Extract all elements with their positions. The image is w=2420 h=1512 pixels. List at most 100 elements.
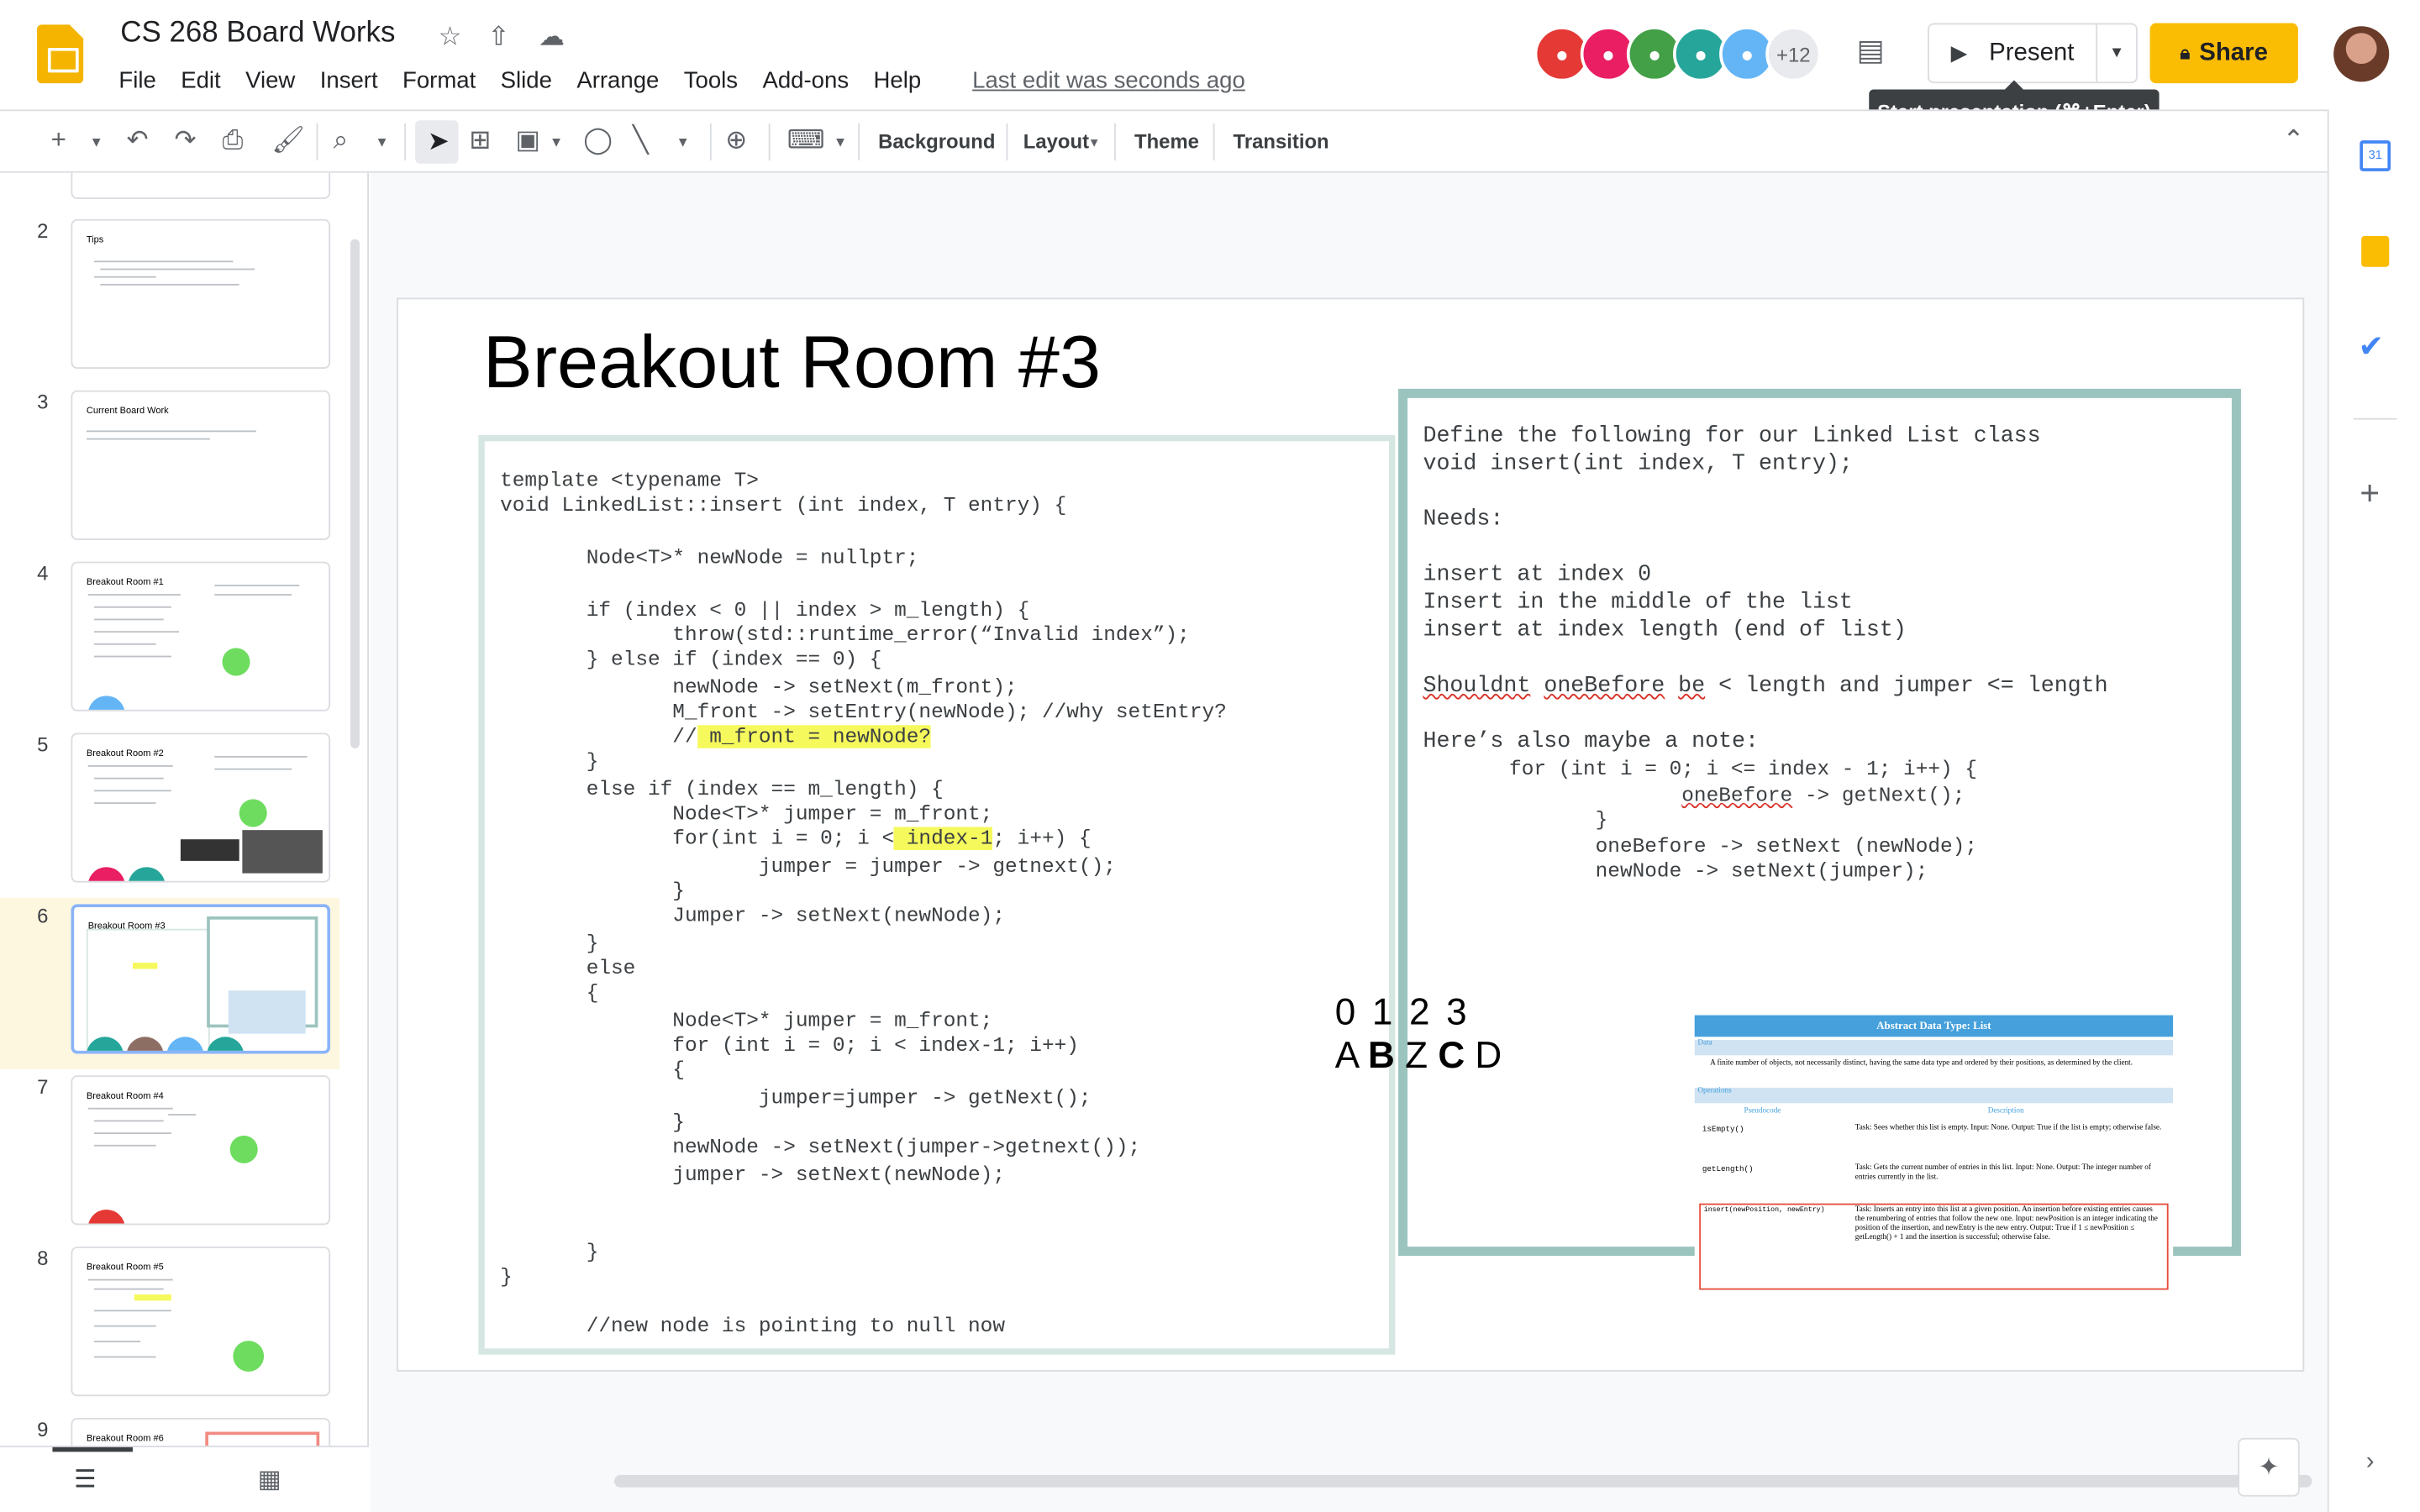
adt-ops-label: Operations bbox=[1694, 1087, 2174, 1104]
print-icon[interactable]: ⎙ bbox=[222, 125, 243, 156]
image-dropdown-icon[interactable]: ▼ bbox=[550, 134, 563, 150]
code-line: for (int i = 0; i < index-1; i++) bbox=[500, 1033, 1079, 1058]
zoom-icon[interactable]: ⌕ bbox=[334, 125, 349, 156]
slides-logo[interactable] bbox=[37, 24, 84, 84]
menu-insert[interactable]: Insert bbox=[320, 68, 378, 94]
code-line: for(int i = 0; i < index-1; i++) { bbox=[500, 827, 1092, 851]
adt-data-label: Data bbox=[1694, 1039, 2174, 1056]
paint-format-icon[interactable]: 🖌︎ bbox=[271, 125, 305, 156]
letter: Z bbox=[1405, 1035, 1428, 1078]
menu-tools[interactable]: Tools bbox=[684, 68, 738, 94]
comment-add-icon[interactable]: ⊕ bbox=[725, 125, 747, 156]
menu-view[interactable]: View bbox=[245, 68, 295, 94]
explore-icon: ✦ bbox=[2258, 1455, 2280, 1482]
menu-addons[interactable]: Add-ons bbox=[762, 68, 849, 94]
select-cursor-icon[interactable]: ➤ bbox=[415, 120, 459, 164]
keyboard-icon[interactable]: ⌨ bbox=[787, 125, 825, 156]
requirement-line: insert at index 0 bbox=[1423, 563, 1652, 588]
code-line: } bbox=[500, 932, 599, 955]
add-addon-icon[interactable]: + bbox=[2360, 474, 2380, 514]
theme-button[interactable]: Theme bbox=[1134, 129, 1199, 153]
code-line: } bbox=[500, 1240, 599, 1264]
slide-thumbnail-2[interactable]: Tips bbox=[71, 218, 331, 369]
keep-icon[interactable] bbox=[2361, 236, 2390, 267]
requirement-line: Define the following for our Linked List… bbox=[1423, 424, 2041, 449]
letter: C bbox=[1438, 1035, 1465, 1078]
letter: D bbox=[1475, 1035, 1502, 1078]
slide-thumbnail-5[interactable]: Breakout Room #2 bbox=[71, 732, 331, 883]
code-line: { bbox=[500, 981, 599, 1005]
comments-icon[interactable]: ▤ bbox=[1857, 34, 1885, 69]
toolbar: + ▼ ↶ ↷ ⎙ 🖌︎ ⌕ ▼ ➤ ⊞ ▣ ▼ ◯ ╲ ▼ ⊕ ⌨ ▼ Bac… bbox=[0, 109, 2328, 173]
slide-thumbnail-6[interactable]: Breakout Room #3 bbox=[71, 904, 331, 1054]
explore-button[interactable]: ✦ bbox=[2238, 1437, 2300, 1497]
index-numbers[interactable]: 0 1 2 3 bbox=[1335, 992, 1470, 1035]
requirement-line: Insert in the middle of the list bbox=[1423, 591, 1853, 616]
image-icon[interactable]: ▣ bbox=[515, 125, 540, 156]
layout-button[interactable]: Layout bbox=[1023, 129, 1089, 153]
layout-dropdown-icon[interactable]: ▼ bbox=[1088, 136, 1101, 150]
line-dropdown-icon[interactable]: ▼ bbox=[676, 134, 689, 150]
line-icon[interactable]: ╲ bbox=[633, 125, 649, 156]
slide-title[interactable]: Breakout Room #3 bbox=[483, 321, 1101, 406]
calendar-icon[interactable]: 31 bbox=[2360, 140, 2391, 171]
code-line: jumper=jumper -> getNext(); bbox=[500, 1086, 1092, 1110]
menu-format[interactable]: Format bbox=[402, 68, 476, 94]
menu-bar: File Edit View Insert Format Slide Arran… bbox=[118, 68, 945, 94]
redo-icon[interactable]: ↷ bbox=[175, 125, 197, 156]
undo-icon[interactable]: ↶ bbox=[127, 125, 149, 156]
menu-arrange[interactable]: Arrange bbox=[576, 68, 659, 94]
slide-number: 8 bbox=[37, 1247, 49, 1270]
slide-number: 2 bbox=[37, 218, 49, 243]
cloud-saved-icon[interactable]: ☁ bbox=[539, 22, 565, 53]
transition-button[interactable]: Transition bbox=[1234, 129, 1329, 153]
slide-thumbnail-8[interactable]: Breakout Room #5 bbox=[71, 1247, 331, 1397]
code-line: void LinkedList::insert (int index, T en… bbox=[500, 493, 1067, 517]
slide-thumbnail-3[interactable]: Current Board Work bbox=[71, 390, 331, 540]
code-line: else if (index == m_length) { bbox=[500, 777, 944, 801]
slide-thumbnail[interactable] bbox=[71, 172, 331, 199]
present-button[interactable]: ▶ Present ▼ bbox=[1928, 23, 2138, 84]
menu-help[interactable]: Help bbox=[874, 68, 922, 94]
input-tools-dropdown-icon[interactable]: ▼ bbox=[834, 134, 847, 150]
filmstrip-view-icon[interactable]: ☰ bbox=[74, 1464, 96, 1495]
present-dropdown-icon[interactable]: ▼ bbox=[2096, 24, 2136, 82]
slide-thumbnail-4[interactable]: Breakout Room #1 bbox=[71, 561, 331, 711]
present-label: Present bbox=[1989, 39, 2075, 66]
star-icon[interactable]: ☆ bbox=[439, 22, 462, 53]
adt-title: Abstract Data Type: List bbox=[1694, 1015, 2174, 1037]
move-to-folder-icon[interactable]: ⇧ bbox=[487, 22, 509, 53]
list-letters[interactable]: A B Z C D bbox=[1335, 1035, 1502, 1078]
slide-number: 9 bbox=[37, 1417, 49, 1441]
tasks-icon[interactable]: ✔ bbox=[2359, 327, 2385, 365]
new-slide-icon[interactable]: + bbox=[51, 125, 66, 156]
share-button[interactable]: 🔒︎ Share bbox=[2149, 23, 2298, 84]
background-button[interactable]: Background bbox=[878, 129, 995, 153]
code-highlight: index-1 bbox=[894, 827, 993, 851]
code-line: { bbox=[500, 1058, 685, 1082]
expand-panel-icon[interactable]: › bbox=[2366, 1449, 2375, 1477]
more-collaborators[interactable]: +12 bbox=[1765, 26, 1822, 82]
menu-file[interactable]: File bbox=[118, 68, 155, 94]
shape-icon[interactable]: ◯ bbox=[583, 125, 613, 156]
canvas-horizontal-scrollbar[interactable] bbox=[614, 1474, 2312, 1488]
menu-edit[interactable]: Edit bbox=[181, 68, 220, 94]
zoom-dropdown-icon[interactable]: ▼ bbox=[375, 134, 388, 150]
collapse-toolbar-icon[interactable]: ⌃ bbox=[2283, 125, 2305, 156]
last-edit-link[interactable]: Last edit was seconds ago bbox=[972, 68, 1245, 94]
code-line: } bbox=[500, 1265, 513, 1289]
menu-slide[interactable]: Slide bbox=[501, 68, 552, 94]
filmstrip-scrollbar[interactable] bbox=[350, 239, 360, 748]
adt-list-image[interactable]: Abstract Data Type: List Data A finite n… bbox=[1694, 1015, 2174, 1294]
new-slide-dropdown-icon[interactable]: ▼ bbox=[90, 134, 103, 150]
requirement-line: oneBefore -> setNext (newNode); bbox=[1423, 834, 1977, 858]
slide-thumbnail-7[interactable]: Breakout Room #4 bbox=[71, 1075, 331, 1226]
account-avatar[interactable] bbox=[2333, 26, 2390, 82]
code-line: template <typename T> bbox=[500, 469, 759, 492]
text-box-icon[interactable]: ⊞ bbox=[469, 125, 491, 156]
filmstrip-footer: ☰ ▦ bbox=[0, 1446, 369, 1512]
document-title[interactable]: CS 268 Board Works bbox=[120, 17, 395, 50]
code-line: Node<T>* newNode = nullptr; bbox=[500, 546, 919, 570]
grid-view-icon[interactable]: ▦ bbox=[258, 1464, 281, 1495]
code-textbox[interactable]: template <typename T> void LinkedList::in… bbox=[478, 434, 1396, 1355]
